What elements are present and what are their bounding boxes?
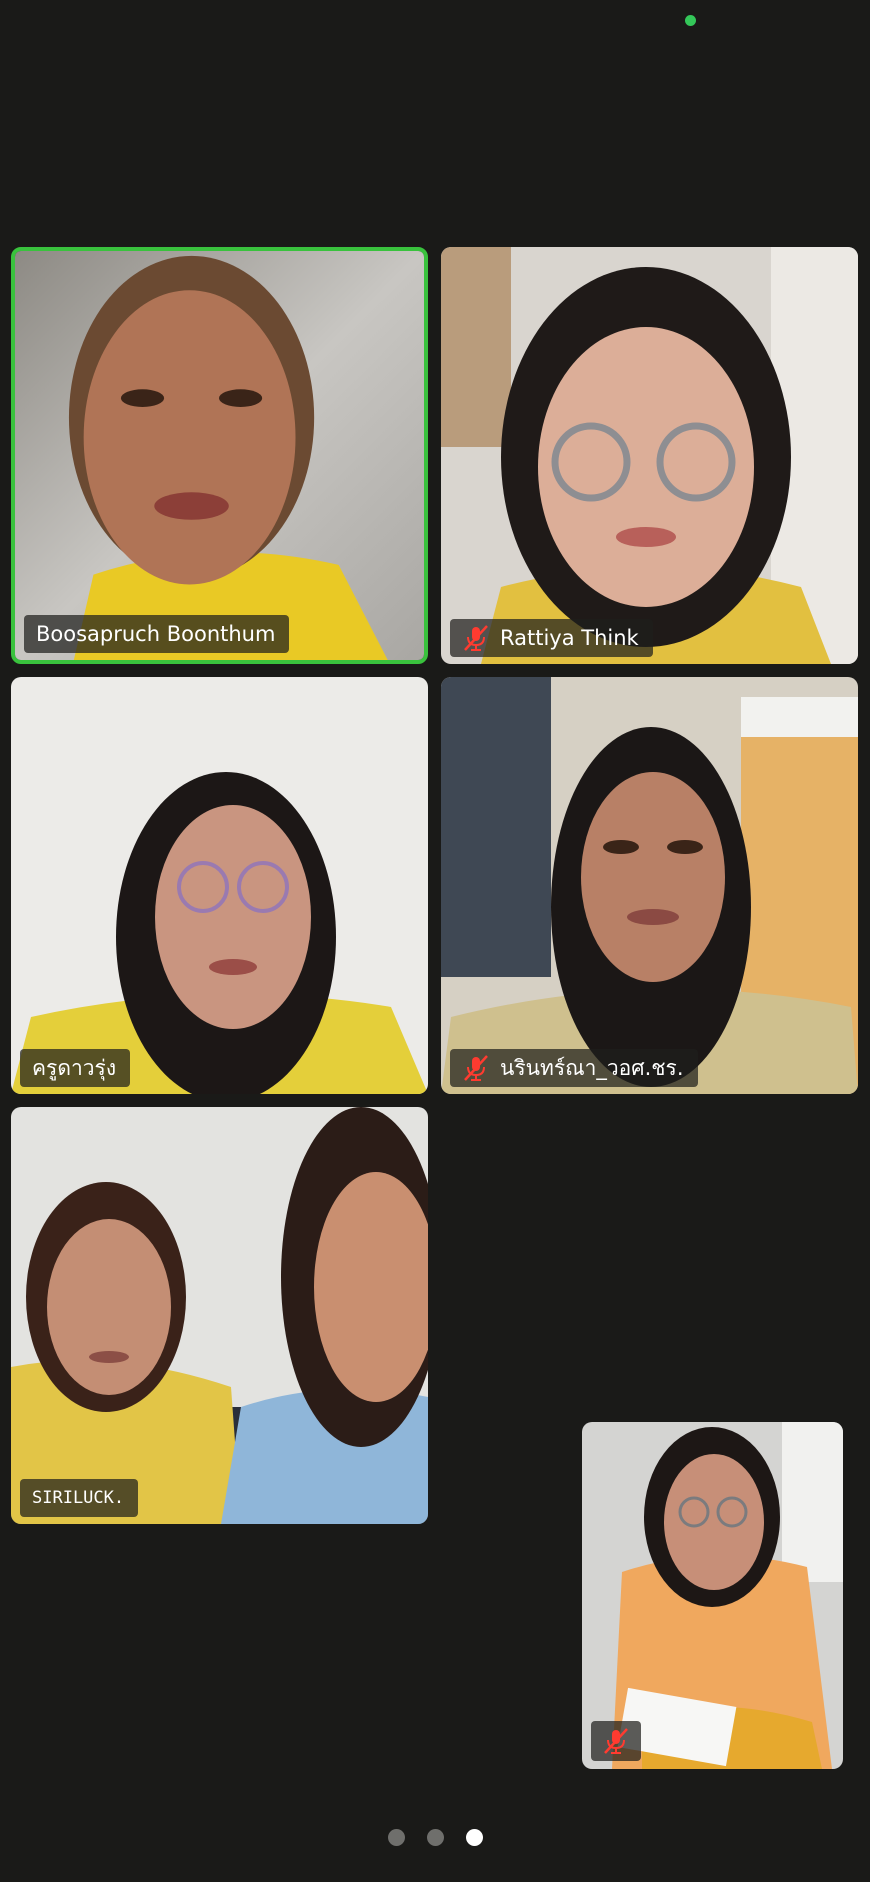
self-view-tile[interactable]: [582, 1422, 843, 1769]
participant-tile-boosapruch[interactable]: Boosapruch Boonthum: [11, 247, 428, 664]
participant-name: นรินทร์ณา_วอศ.ชร.: [500, 1055, 684, 1080]
participant-name-label: นรินทร์ณา_วอศ.ชร.: [450, 1049, 698, 1087]
participant-tile-rattiya[interactable]: Rattiya Think: [441, 247, 858, 664]
mic-off-icon: [602, 1727, 630, 1755]
self-mute-indicator: [591, 1721, 641, 1761]
zoom-gallery-view: Boosapruch Boonthum Rattiya Think ครูดาว…: [0, 0, 870, 1882]
participant-name: Boosapruch Boonthum: [36, 622, 276, 646]
participant-name: ครูดาวรุ่ง: [32, 1055, 117, 1080]
participant-tile-siriluck[interactable]: SIRILUCK.: [11, 1107, 428, 1524]
self-video: [582, 1422, 843, 1769]
page-dot-3-current[interactable]: [465, 1829, 483, 1846]
participant-name-label: Rattiya Think: [450, 619, 653, 657]
participant-tile-narinna[interactable]: นรินทร์ณา_วอศ.ชร.: [441, 677, 858, 1094]
participant-tile-kru-daorung[interactable]: ครูดาวรุ่ง: [11, 677, 428, 1094]
mic-off-icon: [462, 1054, 490, 1082]
participant-name-label: SIRILUCK.: [20, 1479, 139, 1517]
participant-name-label: Boosapruch Boonthum: [24, 615, 290, 653]
participant-video: [441, 247, 858, 664]
participant-video: [441, 677, 858, 1094]
participant-video: [15, 251, 424, 660]
participant-video: [11, 1107, 428, 1524]
participant-name-label: ครูดาวรุ่ง: [20, 1049, 131, 1087]
participant-video: [11, 677, 428, 1094]
mic-off-icon: [462, 624, 490, 652]
page-dot-1[interactable]: [387, 1829, 405, 1846]
page-indicator: [0, 1829, 870, 1846]
page-dot-2[interactable]: [426, 1829, 444, 1846]
participant-name: Rattiya Think: [500, 626, 639, 650]
participant-name: SIRILUCK.: [32, 1488, 125, 1508]
camera-in-use-indicator: [685, 15, 696, 26]
